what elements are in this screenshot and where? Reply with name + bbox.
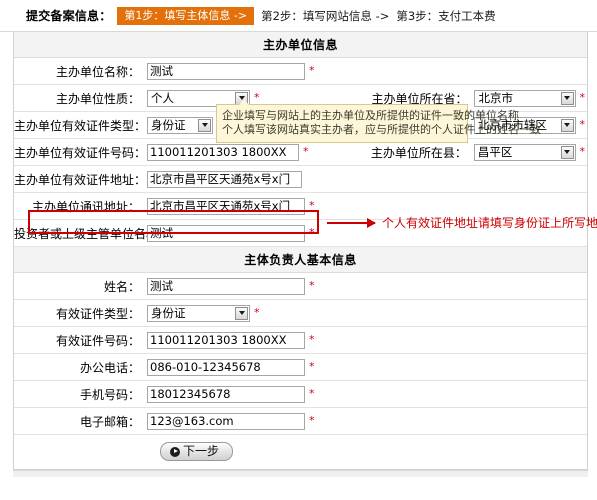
- label-principal-cert-type: 有效证件类型：: [55, 306, 140, 321]
- chevron-down-icon[interactable]: [198, 118, 211, 132]
- label-principal-cert-no: 有效证件号码：: [55, 333, 140, 348]
- required-mark: *: [254, 91, 260, 104]
- input-principal-cert-no[interactable]: [147, 331, 305, 349]
- required-mark: *: [579, 118, 586, 131]
- label-principal-office-phone: 办公电话：: [79, 360, 140, 375]
- page-root: 提交备案信息： 第1步：填写主体信息 -> 第2步：填写网站信息 -> 第3步：…: [0, 0, 597, 500]
- required-mark: *: [579, 91, 586, 104]
- cert-address-annotation: 个人有效证件地址请填写身份证上所写地址: [327, 214, 597, 231]
- select-principal-cert-type[interactable]: 身份证: [147, 304, 250, 322]
- step-3-tab[interactable]: 第3步：支付工本费: [396, 8, 495, 24]
- row-principal-cert-no: 有效证件号码： *: [14, 327, 587, 354]
- chevron-down-icon[interactable]: [235, 306, 248, 320]
- select-sponsor-cert-type[interactable]: 身份证: [147, 116, 213, 134]
- tooltip-line-1: 企业填写与网站上的主办单位及所提供的证件一致的单位名称: [222, 109, 519, 122]
- tooltip-line-2: 个人填写该网站真实主办者，应与所提供的个人证件上的姓名一致: [222, 123, 541, 136]
- label-principal-name: 姓名：: [103, 279, 140, 294]
- stepbar-label: 提交备案信息：: [26, 9, 112, 23]
- row-principal-email: 电子邮箱： *: [14, 408, 587, 435]
- label-sponsor-cert-address: 主办单位有效证件地址：: [14, 172, 147, 187]
- input-sponsor-cert-address[interactable]: [147, 170, 302, 188]
- label-sponsor-nature: 主办单位性质：: [55, 91, 140, 106]
- select-sponsor-nature-value: 个人: [151, 91, 174, 105]
- step-progress-bar: 提交备案信息： 第1步：填写主体信息 -> 第2步：填写网站信息 -> 第3步：…: [0, 0, 597, 32]
- play-icon: [170, 446, 180, 457]
- next-step-button[interactable]: 下一步: [160, 442, 234, 461]
- row-sponsor-cert-address: 主办单位有效证件地址：: [14, 166, 587, 193]
- row-principal-mobile: 手机号码： *: [14, 381, 587, 408]
- bottom-strip: [13, 470, 588, 477]
- required-mark: *: [254, 306, 260, 319]
- row-principal-office-phone: 办公电话： *: [14, 354, 587, 381]
- chevron-down-icon[interactable]: [560, 145, 574, 159]
- row-sponsor-certno-county: 主办单位有效证件号码： * 主办单位所在县： 昌平区 *: [14, 139, 587, 166]
- form-frame: 主办单位信息 主办单位名称： * 主办单位性质： 个人 * 主办单位所在省：: [13, 32, 597, 470]
- input-sponsor-mail-address[interactable]: [147, 197, 305, 215]
- name-field-tooltip: 企业填写与网站上的主办单位及所提供的证件一致的单位名称 个人填写该网站真实主办者…: [216, 99, 541, 143]
- label-sponsor-name: 主办单位名称：: [55, 64, 140, 79]
- step-1-tab[interactable]: 第1步：填写主体信息 ->: [117, 6, 255, 25]
- required-mark: *: [309, 64, 315, 77]
- input-principal-name[interactable]: [147, 277, 305, 295]
- required-mark: *: [309, 387, 315, 400]
- label-sponsor-cert-type: 主办单位有效证件类型：: [14, 118, 147, 133]
- row-principal-cert-type: 有效证件类型： 身份证 *: [14, 300, 587, 327]
- label-sponsor-cert-no: 主办单位有效证件号码：: [14, 145, 147, 160]
- required-mark: *: [309, 199, 315, 212]
- label-principal-mobile: 手机号码：: [79, 387, 140, 402]
- select-sponsor-province[interactable]: 北京市: [474, 89, 576, 107]
- select-sponsor-county[interactable]: 昌平区: [473, 143, 576, 161]
- input-principal-email[interactable]: [147, 412, 305, 430]
- step-2-tab[interactable]: 第2步：填写网站信息 ->: [261, 8, 389, 24]
- form-footer: 下一步: [14, 435, 587, 469]
- tooltip-pointer: [239, 99, 249, 105]
- cert-address-annotation-text: 个人有效证件地址请填写身份证上所写地址: [382, 216, 597, 230]
- select-principal-cert-type-value: 身份证: [151, 306, 186, 320]
- row-sponsor-name: 主办单位名称： *: [14, 58, 587, 85]
- input-investor-name[interactable]: [147, 224, 305, 242]
- input-sponsor-cert-no[interactable]: [147, 143, 299, 161]
- label-sponsor-county: 主办单位所在县：: [370, 145, 467, 160]
- select-sponsor-cert-type-value: 身份证: [151, 118, 186, 132]
- label-sponsor-mail-address: 主办单位通讯地址：: [31, 199, 140, 214]
- next-step-button-label: 下一步: [183, 444, 220, 458]
- label-principal-email: 电子邮箱：: [79, 414, 140, 429]
- arrow-right-icon: [327, 217, 376, 228]
- input-principal-mobile[interactable]: [147, 385, 305, 403]
- chevron-down-icon[interactable]: [560, 118, 574, 132]
- required-mark: *: [309, 360, 315, 373]
- chevron-down-icon[interactable]: [560, 91, 574, 105]
- required-mark: *: [309, 226, 315, 239]
- required-mark: *: [309, 279, 315, 292]
- select-sponsor-county-value: 昌平区: [477, 145, 513, 159]
- row-principal-name: 姓名： *: [14, 273, 587, 300]
- section-header-principal: 主体负责人基本信息: [14, 247, 587, 273]
- required-mark: *: [579, 145, 586, 158]
- section-header-sponsor: 主办单位信息: [14, 32, 587, 58]
- required-mark: *: [309, 333, 315, 346]
- input-sponsor-name[interactable]: [147, 62, 305, 80]
- required-mark: *: [309, 414, 315, 427]
- select-sponsor-province-value: 北京市: [478, 91, 513, 105]
- label-investor-name: 投资者或上级主管单位名称：: [14, 226, 171, 241]
- input-principal-office-phone[interactable]: [147, 358, 305, 376]
